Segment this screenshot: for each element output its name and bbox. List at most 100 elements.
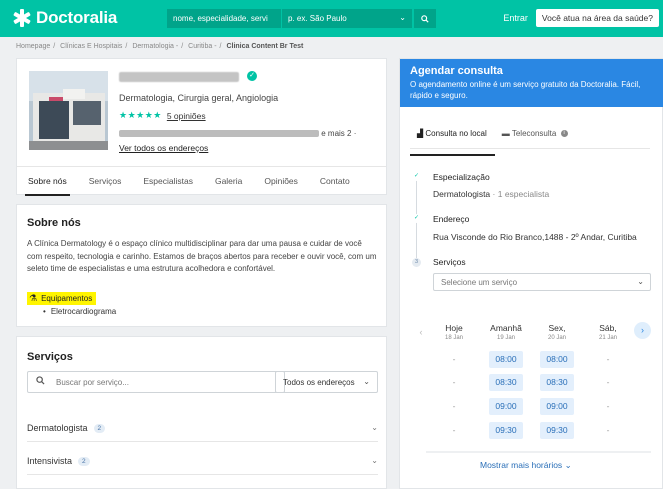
calendar-day: Sáb, 21 Jan — [598, 323, 617, 341]
time-slot-button[interactable]: 09:00 — [489, 398, 523, 415]
clinic-building-image — [29, 71, 108, 150]
breadcrumb-item[interactable]: Dermatologia - — [132, 43, 178, 50]
pro-area-button[interactable]: Você atua na área da saúde? — [535, 9, 659, 27]
calendar-prev-button[interactable]: ‹ — [414, 325, 428, 339]
booking-title: Agendar consulta — [410, 65, 503, 77]
consultation-type-tabs: ▟ Consulta no local ▬ Teleconsulta i — [410, 127, 650, 156]
rating: ★★★★★ 5 opiniões — [119, 110, 206, 121]
video-icon: ▬ — [501, 129, 510, 138]
brand-name: Doctoralia — [36, 8, 118, 27]
service-name: Intensivista 2 — [27, 456, 90, 467]
time-slot-unavailable: - — [606, 354, 610, 364]
address-redacted — [119, 130, 319, 138]
chevron-down-icon: ⌄ — [371, 423, 378, 432]
breadcrumb: Homepage / Clínicas E Hospitais / Dermatol… — [16, 43, 304, 50]
check-icon: ✓ — [412, 214, 421, 223]
time-slot-unavailable: - — [452, 425, 456, 435]
equipment-label: Equipamentos — [41, 294, 93, 303]
more-addresses: e mais 2 · — [321, 129, 357, 138]
calendar-day: Sex, 20 Jan — [547, 323, 566, 341]
more-hours-link[interactable]: Mostrar mais horários ⌄ — [480, 460, 572, 471]
logo-icon — [13, 9, 31, 27]
doctor-name-redacted — [119, 72, 239, 82]
login-link[interactable]: Entrar — [503, 13, 528, 23]
info-icon: i — [560, 130, 568, 138]
step-address-title: Endereço — [433, 214, 470, 224]
chevron-down-icon: ⌄ — [399, 13, 406, 22]
calendar-day: Hoje 18 Jan — [444, 323, 463, 341]
calendar-divider — [426, 451, 651, 453]
time-slot-unavailable: - — [606, 377, 610, 387]
chevron-down-icon: ⌄ — [363, 377, 370, 386]
tab-opinioes[interactable]: Opiniões — [253, 167, 309, 195]
service-row[interactable]: Intensivista 2 ⌄ — [27, 448, 378, 475]
step-number-badge: 3 — [412, 258, 421, 267]
about-card: Sobre nós A Clínica Dermatology é o espa… — [16, 204, 387, 327]
search-button[interactable] — [414, 9, 436, 28]
specialty-search-input[interactable]: nome, especialidade, servi — [167, 9, 282, 28]
step-specialization-value[interactable]: Dermatologista · 1 especialista — [433, 189, 549, 199]
opinions-link[interactable]: 5 opiniões — [167, 111, 206, 121]
breadcrumb-item[interactable]: Curitiba - — [188, 43, 216, 50]
tab-galeria[interactable]: Galeria — [204, 167, 253, 195]
top-bar: Doctoralia nome, especialidade, servi p.… — [0, 0, 663, 37]
breadcrumb-current: Clinica Content Br Test — [226, 43, 304, 50]
specialties: Dermatologia, Cirurgia geral, Angiologia — [119, 93, 279, 103]
calendar-next-button[interactable]: › — [634, 322, 651, 339]
breadcrumb-item[interactable]: Homepage — [16, 43, 50, 50]
chevron-down-icon: ⌄ — [637, 277, 644, 286]
brand-logo[interactable]: Doctoralia — [12, 8, 117, 28]
profile-tabs: Sobre nós Serviços Especialistas Galeria… — [17, 166, 386, 196]
time-slot-button[interactable]: 09:30 — [489, 422, 523, 439]
search-icon — [421, 14, 429, 23]
service-select-placeholder: Selecione um serviço — [441, 278, 518, 287]
time-slot-button[interactable]: 08:30 — [489, 374, 523, 391]
profile-card: ✓ Dermatologia, Cirurgia geral, Angiolog… — [16, 58, 387, 196]
building-icon: ▟ — [417, 129, 424, 138]
tab-especialistas[interactable]: Especialistas — [132, 167, 204, 195]
booking-subtitle: O agendamento online é um serviço gratui… — [410, 80, 641, 100]
tab-consulta-local[interactable]: ▟ Consulta no local — [410, 127, 495, 156]
tab-servicos[interactable]: Serviços — [78, 167, 133, 195]
tab-teleconsulta[interactable]: ▬ Teleconsulta i — [495, 127, 576, 148]
time-slot-unavailable: - — [452, 354, 456, 364]
time-slot-button[interactable]: 09:00 — [540, 398, 574, 415]
chevron-down-icon: ⌄ — [564, 460, 572, 470]
service-row[interactable]: Dermatologista 2 ⌄ — [27, 415, 378, 442]
chevron-down-icon: ⌄ — [371, 456, 378, 465]
address-filter-select[interactable]: Todos os endereços ⌄ — [275, 371, 378, 393]
tab-contato[interactable]: Contato — [309, 167, 361, 195]
time-slot-button[interactable]: 08:00 — [489, 351, 523, 368]
service-search-input[interactable]: Buscar por serviço... — [27, 371, 285, 393]
equipment-heading: ⚗ Equipamentos — [27, 292, 97, 305]
step-address-value[interactable]: Rua Visconde do Rio Branco,1488 - 2º And… — [433, 232, 637, 242]
step-services-title: Serviços — [433, 257, 466, 267]
service-select[interactable]: Selecione um serviço ⌄ — [433, 273, 651, 291]
time-slot-unavailable: - — [606, 401, 610, 411]
clinic-photo[interactable] — [29, 71, 108, 150]
step-specialization-title: Especialização — [433, 172, 490, 182]
breadcrumb-item[interactable]: Clínicas E Hospitais — [60, 43, 122, 50]
equipment-item: Eletrocardiograma — [43, 307, 116, 316]
star-rating-icon: ★★★★★ — [119, 110, 162, 120]
booking-card: Agendar consulta O agendamento online é … — [399, 58, 663, 489]
city-placeholder: p. ex. São Paulo — [288, 14, 347, 23]
about-text: A Clínica Dermatology é o espaço clínico… — [27, 239, 377, 273]
time-slot-unavailable: - — [452, 401, 456, 411]
about-title: Sobre nós — [27, 217, 81, 229]
all-addresses-link[interactable]: Ver todos os endereços — [119, 143, 208, 153]
time-slot-button[interactable]: 08:30 — [540, 374, 574, 391]
service-count-badge: 2 — [93, 424, 106, 434]
service-count-badge: 2 — [78, 457, 90, 467]
services-title: Serviços — [27, 351, 73, 363]
time-slot-button[interactable]: 08:00 — [540, 351, 574, 368]
tab-sobre-nos[interactable]: Sobre nós — [17, 167, 78, 196]
city-search-input[interactable]: p. ex. São Paulo ⌄ — [282, 9, 412, 28]
address-line: e mais 2 · — [119, 129, 356, 138]
header-actions: Entrar Você atua na área da saúde? — [503, 9, 659, 27]
search-icon — [36, 376, 45, 387]
time-slot-button[interactable]: 09:30 — [540, 422, 574, 439]
calendar-day: Amanhã 19 Jan — [490, 323, 522, 341]
booking-header: Agendar consulta O agendamento online é … — [400, 59, 663, 107]
time-slot-unavailable: - — [452, 377, 456, 387]
